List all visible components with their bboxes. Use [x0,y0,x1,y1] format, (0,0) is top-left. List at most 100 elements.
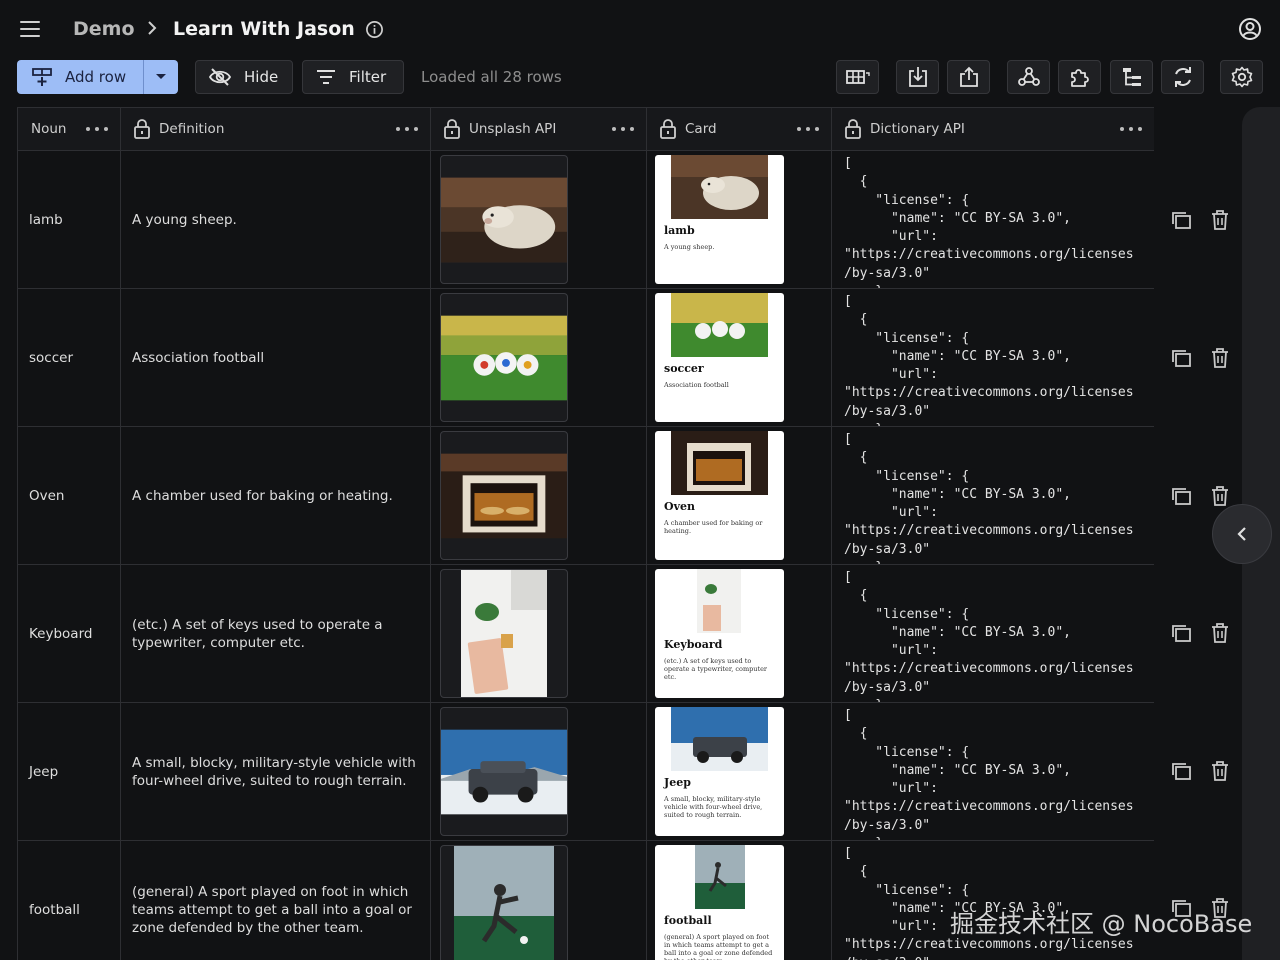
breadcrumb-root[interactable]: Demo [73,18,135,40]
dictionary-json-cell[interactable]: [ { "license": { "name": "CC BY-SA 3.0",… [832,565,1154,702]
webhook-button[interactable] [1007,60,1050,94]
table-row[interactable]: soccer Association football soccer Assoc… [18,289,1154,427]
add-row-button[interactable]: Add row [17,60,143,94]
card-description: A small, blocky, military-style vehicle … [664,795,763,819]
top-bar: Demo Learn With Jason [0,0,1280,58]
definition-cell[interactable]: A chamber used for baking or heating. [121,427,431,564]
noun-cell[interactable]: Jeep [18,703,121,840]
column-label: Card [685,121,717,137]
noun-cell[interactable]: lamb [18,151,121,288]
extension-icon [1070,69,1089,87]
unsplash-image-cell[interactable] [431,841,647,960]
card-cell[interactable]: lamb A young sheep. [647,151,832,288]
extensions-button[interactable] [1058,60,1101,94]
duplicate-icon[interactable] [1170,485,1192,507]
column-menu-icon[interactable] [396,127,418,131]
definition-cell[interactable]: (etc.) A set of keys used to operate a t… [121,565,431,702]
page-title: Learn With Jason [173,18,355,40]
definition-cell[interactable]: A young sheep. [121,151,431,288]
unsplash-image-cell[interactable] [431,703,647,840]
dictionary-json-cell[interactable]: [ { "license": { "name": "CC BY-SA 3.0",… [832,289,1154,426]
share-icon [959,66,978,87]
delete-icon[interactable] [1210,622,1230,644]
account-icon[interactable] [1238,17,1262,41]
lock-icon [845,119,861,139]
duplicate-icon[interactable] [1170,622,1192,644]
refresh-button[interactable] [1161,60,1204,94]
noun-cell[interactable]: Oven [18,427,121,564]
word-card: Oven A chamber used for baking or heatin… [655,431,784,560]
row-actions [1170,347,1240,371]
card-cell[interactable]: Oven A chamber used for baking or heatin… [647,427,832,564]
delete-icon[interactable] [1210,209,1230,231]
card-cell[interactable]: Jeep A small, blocky, military-style veh… [647,703,832,840]
share-button[interactable] [947,60,990,94]
table-row[interactable]: football (general) A sport played on foo… [18,841,1154,960]
webhook-icon [1017,67,1040,86]
unsplash-image-cell[interactable] [431,151,647,288]
column-header-dictionary-api[interactable]: Dictionary API [832,107,1154,151]
column-menu-icon[interactable] [612,127,634,131]
filter-button[interactable]: Filter [302,60,404,94]
table-row[interactable]: lamb A young sheep. lamb A young sheep. … [18,151,1154,289]
eye-off-icon [208,68,232,86]
add-row-dropdown[interactable] [143,60,178,94]
column-label: Unsplash API [469,121,557,137]
noun-cell[interactable]: football [18,841,121,960]
table-row[interactable]: Oven A chamber used for baking or heatin… [18,427,1154,565]
card-cell[interactable]: soccer Association football [647,289,832,426]
duplicate-icon[interactable] [1170,760,1192,782]
column-header-noun[interactable]: Noun [18,107,121,151]
definition-cell[interactable]: (general) A sport played on foot in whic… [121,841,431,960]
unsplash-image-cell[interactable] [431,289,647,426]
column-header-unsplash-api[interactable]: Unsplash API [431,107,647,151]
settings-button[interactable] [1220,60,1263,94]
hide-label: Hide [244,68,279,86]
lock-icon [660,119,676,139]
column-menu-icon[interactable] [797,127,819,131]
unsplash-image-cell[interactable] [431,565,647,702]
import-button[interactable] [896,60,939,94]
delete-icon[interactable] [1210,485,1230,507]
menu-icon[interactable] [20,21,40,37]
info-icon[interactable] [365,20,384,39]
card-title: Jeep [664,776,691,789]
column-menu-icon[interactable] [86,127,108,131]
card-image [671,431,768,495]
card-cell[interactable]: Keyboard (etc.) A set of keys used to op… [647,565,832,702]
grid-view-icon [845,70,870,84]
dictionary-json-cell[interactable]: [ { "license": { "name": "CC BY-SA 3.0",… [832,427,1154,564]
delete-icon[interactable] [1210,347,1230,369]
table-row[interactable]: Keyboard (etc.) A set of keys used to op… [18,565,1154,703]
filter-label: Filter [349,68,387,86]
row-actions [1170,209,1240,233]
definition-cell[interactable]: A small, blocky, military-style vehicle … [121,703,431,840]
lock-icon [134,119,150,139]
table-row[interactable]: Jeep A small, blocky, military-style veh… [18,703,1154,841]
word-card: Keyboard (etc.) A set of keys used to op… [655,569,784,698]
card-title: lamb [664,224,695,237]
card-image [697,569,741,633]
delete-icon[interactable] [1210,760,1230,782]
column-label: Noun [31,121,67,137]
card-cell[interactable]: football (general) A sport played on foo… [647,841,832,960]
noun-cell[interactable]: Keyboard [18,565,121,702]
chevron-left-icon [1237,527,1246,541]
expand-panel-button[interactable] [1212,504,1272,564]
dictionary-json-cell[interactable]: [ { "license": { "name": "CC BY-SA 3.0",… [832,151,1154,288]
noun-cell[interactable]: soccer [18,289,121,426]
watermark: 掘金技术社区 @ NocoBase [950,910,1253,938]
definition-cell[interactable]: Association football [121,289,431,426]
column-header-definition[interactable]: Definition [121,107,431,151]
unsplash-image-cell[interactable] [431,427,647,564]
column-header-card[interactable]: Card [647,107,832,151]
word-card: football (general) A sport played on foo… [655,845,784,960]
dictionary-json-cell[interactable]: [ { "license": { "name": "CC BY-SA 3.0",… [832,703,1154,840]
tree-view-button[interactable] [1110,60,1153,94]
hide-button[interactable]: Hide [195,60,293,94]
duplicate-icon[interactable] [1170,209,1192,231]
dictionary-json-cell[interactable]: [ { "license": { "name": "CC BY-SA 3.0",… [832,841,1154,960]
duplicate-icon[interactable] [1170,347,1192,369]
column-menu-icon[interactable] [1120,127,1142,131]
grid-view-button[interactable] [836,60,879,94]
